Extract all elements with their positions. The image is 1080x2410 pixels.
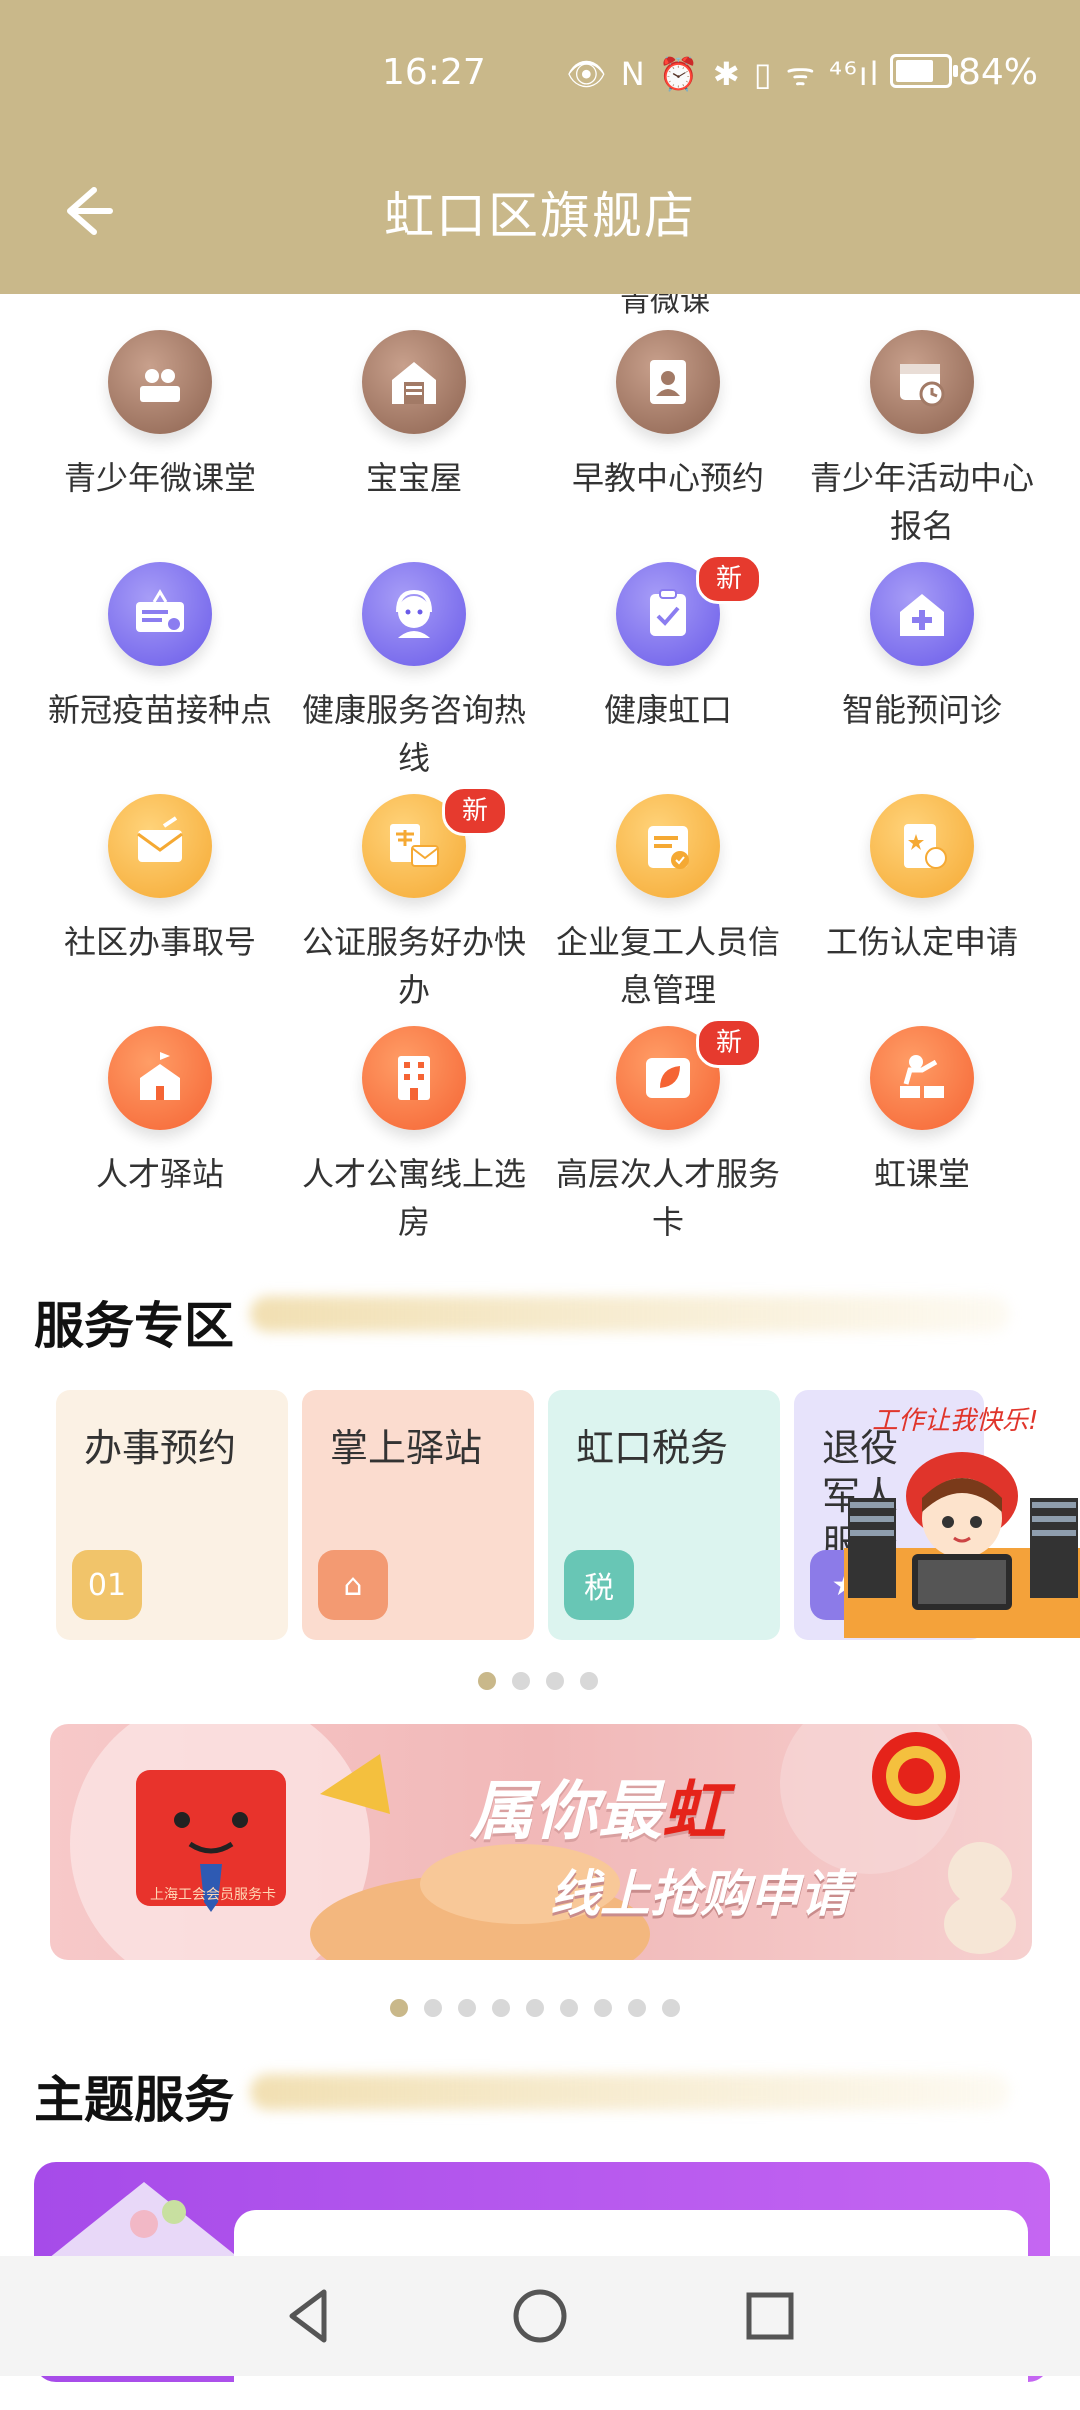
grid-item[interactable]: 新公证服务好办快办	[287, 786, 541, 1014]
grid-item[interactable]: 虹课堂	[795, 1026, 1049, 1198]
notepad-check-icon	[616, 794, 720, 898]
promo-banner[interactable]: 上海工会会员服务卡 属你最虹 线上抢购申请	[50, 1724, 1032, 1960]
grid-item[interactable]: 新健康虹口	[541, 554, 795, 734]
nav-back-button[interactable]	[278, 2284, 342, 2348]
grid-item-label: 虹课堂	[873, 1155, 970, 1193]
section-decoration	[250, 1296, 1010, 1332]
grid-item-label: 青少年微课堂	[63, 459, 256, 497]
teacher-icon	[870, 1026, 974, 1130]
grid-item-label: 智能预问诊	[841, 691, 1002, 729]
grid-item-label: 高层次人才服务卡	[555, 1155, 780, 1241]
top-bar: 16:27 👁 N ⏰ ✱ ▯ ᯤ ⁴⁶ıl 84% 虹口区旗舰店	[0, 0, 1080, 294]
medical-house-icon	[870, 562, 974, 666]
shop-icon: ⌂	[318, 1550, 388, 1620]
grid-item-label: 人才驿站	[95, 1155, 224, 1193]
grid-item-label: 宝宝屋	[365, 459, 462, 497]
grid-item[interactable]: 青少年微课堂	[33, 330, 287, 502]
new-badge: 新	[442, 786, 508, 836]
grid-item-label: 人才公寓线上选房	[301, 1155, 526, 1241]
section-decoration	[250, 2074, 1010, 2110]
pager-dot[interactable]	[458, 1999, 476, 2017]
pager-dot[interactable]	[424, 1999, 442, 2017]
grid-item-label: 健康虹口	[603, 691, 732, 729]
mascot-widget[interactable]: 工作让我快乐!	[844, 1400, 1080, 1640]
service-card-label: 掌上驿站	[330, 1426, 483, 1470]
grid-item[interactable]: 工伤认定申请	[795, 794, 1049, 966]
grid-item[interactable]: 社区办事取号	[33, 794, 287, 966]
apartment-icon	[362, 1026, 466, 1130]
circle-home-icon	[513, 2289, 567, 2343]
pager-dot[interactable]	[526, 1999, 544, 2017]
grid-item-label: 早教中心预约	[571, 459, 764, 497]
grid-item-label: 企业复工人员信息管理	[555, 923, 780, 1009]
nav-recents-button[interactable]	[738, 2284, 802, 2348]
banner-subline: 线上抢购申请	[550, 1865, 850, 1923]
envelope-icon	[108, 794, 212, 898]
pager-dot[interactable]	[560, 1999, 578, 2017]
pager-dot[interactable]	[478, 1672, 496, 1690]
grid-item-label: 社区办事取号	[63, 923, 256, 961]
status-time: 16:27	[382, 52, 486, 93]
nav-home-button[interactable]	[508, 2284, 572, 2348]
pager-dot[interactable]	[390, 1999, 408, 2017]
grid-item[interactable]: 新冠疫苗接种点	[33, 562, 287, 734]
service-card[interactable]: 虹口税务税	[548, 1390, 780, 1640]
pager-dot[interactable]	[512, 1672, 530, 1690]
section-title-theme: 主题服务	[34, 2071, 234, 2129]
grid-item[interactable]: 智能预问诊	[795, 562, 1049, 734]
grid-item[interactable]: 宝宝屋	[287, 330, 541, 502]
service-card-label: 虹口税务	[576, 1426, 729, 1470]
grid-item[interactable]: 早教中心预约	[541, 330, 795, 502]
status-icons: 👁 N ⏰ ✱ ▯ ᯤ ⁴⁶ıl	[566, 55, 881, 93]
sign-board-icon	[108, 562, 212, 666]
grid-item[interactable]: 人才驿站	[33, 1026, 287, 1198]
tax-hand-icon: 税	[564, 1550, 634, 1620]
service-card-label: 办事预约	[84, 1426, 237, 1470]
headset-person-icon	[362, 562, 466, 666]
new-badge: 新	[696, 554, 762, 604]
section-title-service-zone: 服务专区	[34, 1297, 234, 1355]
service-zone-pager	[478, 1672, 598, 1690]
classroom-icon	[108, 330, 212, 434]
banner-headline-part1: 属你最	[470, 1775, 662, 1849]
page-title: 虹口区旗舰店	[384, 187, 696, 245]
grid-item[interactable]: 青少年活动中心报名	[795, 330, 1049, 550]
grid-item-label: 新冠疫苗接种点	[47, 691, 272, 729]
system-nav-bar	[0, 2256, 1080, 2376]
grid-item[interactable]: 健康服务咨询热线	[287, 562, 541, 782]
new-badge: 新	[696, 1018, 762, 1068]
grid-item[interactable]: 人才公寓线上选房	[287, 1026, 541, 1246]
mascot-illustration	[844, 1452, 1080, 1638]
battery-percent: 84%	[958, 52, 1039, 93]
pager-dot[interactable]	[492, 1999, 510, 2017]
calendar-icon: 01	[72, 1550, 142, 1620]
grid-item-label: 工伤认定申请	[825, 923, 1018, 961]
service-card[interactable]: 办事预约 01	[56, 1390, 288, 1640]
pager-dot[interactable]	[662, 1999, 680, 2017]
pager-dot[interactable]	[628, 1999, 646, 2017]
pager-dot[interactable]	[580, 1672, 598, 1690]
grid-item[interactable]: 新高层次人才服务卡	[541, 1018, 795, 1246]
document-star-icon	[870, 794, 974, 898]
pager-dot[interactable]	[594, 1999, 612, 2017]
banner-headline-highlight: 虹	[662, 1775, 726, 1849]
triangle-back-icon	[289, 2289, 327, 2343]
portrait-icon	[616, 330, 720, 434]
banner-pager	[390, 1999, 680, 2017]
battery-icon	[890, 54, 958, 88]
house-icon	[362, 330, 466, 434]
banner-card-text: 上海工会会员服务卡	[150, 1887, 276, 1903]
building-flag-icon	[108, 1026, 212, 1130]
grid-item-label: 公证服务好办快办	[301, 923, 526, 1009]
grid-item[interactable]: 企业复工人员信息管理	[541, 794, 795, 1014]
pager-dot[interactable]	[546, 1672, 564, 1690]
banner-headline: 属你最虹	[470, 1760, 726, 1852]
mascot-caption: 工作让我快乐!	[872, 1406, 1039, 1436]
grid-item-label: 青少年活动中心报名	[809, 459, 1034, 545]
service-card[interactable]: 掌上驿站 ⌂	[302, 1390, 534, 1640]
square-recents-icon	[746, 2292, 794, 2340]
calendar-clock-icon	[870, 330, 974, 434]
grid-item-label: 健康服务咨询热线	[301, 691, 526, 777]
